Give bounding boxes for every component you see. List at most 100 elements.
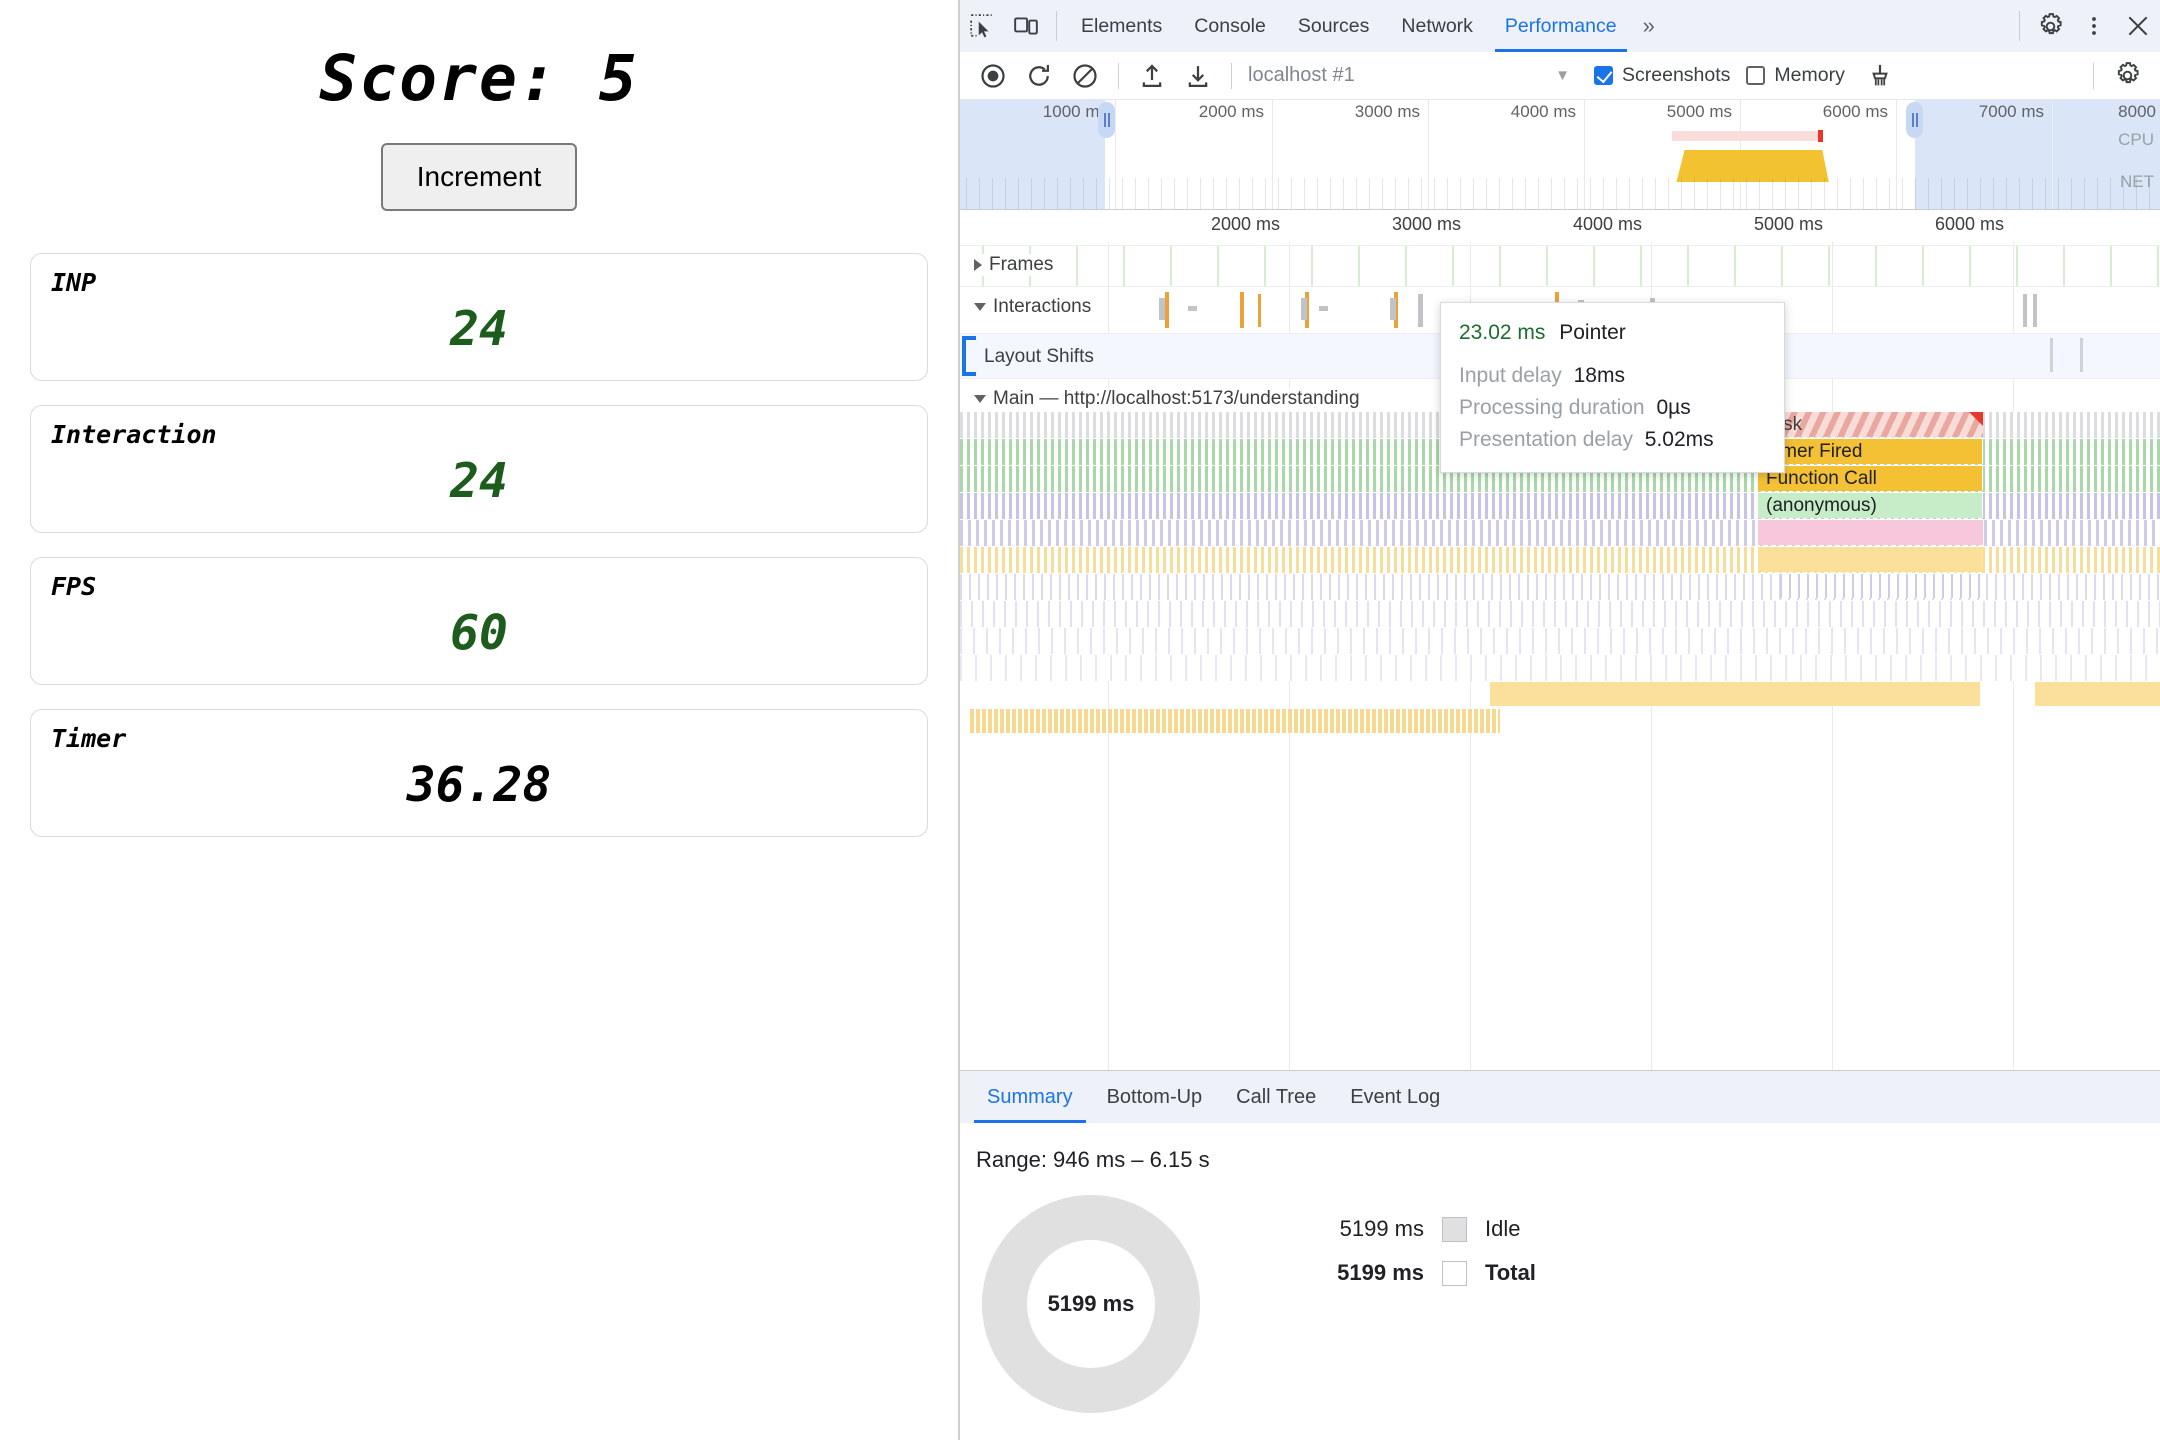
track-selection-bracket: [962, 336, 976, 376]
overview-cpu-usage: [1676, 150, 1829, 182]
flame-event-anonymous[interactable]: (anonymous): [1758, 493, 1983, 518]
tab-sources[interactable]: Sources: [1282, 0, 1386, 52]
metric-card-inp: INP 24: [30, 253, 928, 381]
interaction-marker[interactable]: [1390, 298, 1396, 320]
metric-value: 24: [450, 453, 508, 509]
track-title-frames[interactable]: Frames: [974, 254, 1064, 276]
gear-icon[interactable]: [2028, 0, 2072, 52]
layout-shift-marker[interactable]: [2050, 338, 2053, 372]
tab-console[interactable]: Console: [1178, 0, 1282, 52]
track-title-layout-shifts[interactable]: Layout Shifts: [984, 346, 1104, 368]
flame-event-yellow-span[interactable]: [1758, 547, 1983, 572]
overview-selection-handle-right[interactable]: [1906, 102, 1923, 138]
track-label: Frames: [989, 254, 1054, 275]
chevron-double-right-icon[interactable]: »: [1633, 0, 1665, 52]
clear-recording-icon[interactable]: [1062, 53, 1108, 99]
track-title-main[interactable]: Main — http://localhost:5173/understandi…: [974, 388, 1368, 410]
flame-event-task[interactable]: Task: [1755, 412, 1983, 437]
tabstrip-actions: [2011, 0, 2160, 52]
interaction-marker[interactable]: [2023, 294, 2027, 327]
interaction-marker[interactable]: [2033, 294, 2037, 327]
interaction-marker[interactable]: [1319, 306, 1328, 311]
download-profile-icon[interactable]: [1175, 53, 1221, 99]
legend-row-idle[interactable]: 5199 ms Idle: [1312, 1207, 1536, 1251]
upload-profile-icon[interactable]: [1129, 53, 1175, 99]
tooltip-row-presentation-delay: Presentation delay 5.02ms: [1459, 424, 1762, 456]
main-row-6[interactable]: [960, 574, 2160, 600]
reload-and-record-icon[interactable]: [1016, 53, 1062, 99]
interaction-marker[interactable]: [1418, 294, 1423, 327]
screenshots-label: Screenshots: [1622, 64, 1731, 86]
tab-bottom-up[interactable]: Bottom-Up: [1090, 1071, 1220, 1123]
increment-button[interactable]: Increment: [380, 143, 578, 211]
tab-performance[interactable]: Performance: [1489, 0, 1633, 52]
flame-event-pink-span[interactable]: [1758, 520, 1983, 545]
tab-summary[interactable]: Summary: [970, 1071, 1090, 1123]
three-dots-vertical-icon[interactable]: [2072, 0, 2116, 52]
main-long-task-bar[interactable]: [1490, 682, 1755, 706]
metric-label: FPS: [51, 572, 97, 601]
main-long-task-bar[interactable]: [1755, 682, 1980, 706]
track-title-interactions[interactable]: Interactions: [974, 296, 1102, 318]
interaction-marker[interactable]: [1159, 298, 1165, 320]
tab-elements[interactable]: Elements: [1065, 0, 1178, 52]
recording-selector[interactable]: localhost #1 ▼: [1248, 64, 1578, 87]
tooltip-row-value: 18ms: [1573, 363, 1625, 387]
tooltip-row-label: Presentation delay: [1459, 427, 1633, 451]
interaction-marker[interactable]: [1188, 306, 1197, 311]
legend-row-total[interactable]: 5199 ms Total: [1312, 1251, 1536, 1295]
tab-event-log[interactable]: Event Log: [1333, 1071, 1457, 1123]
toolbar-divider: [1118, 62, 1119, 89]
timeline-overview[interactable]: 1000 ms 2000 ms 3000 ms 4000 ms 5000 ms …: [960, 100, 2160, 210]
screenshots-checkbox[interactable]: Screenshots: [1594, 64, 1730, 87]
flame-tick: 3000 ms: [1391, 214, 1461, 234]
interaction-marker[interactable]: [1301, 298, 1307, 320]
overview-interaction-bar: [1672, 131, 1822, 141]
metric-label: Timer: [51, 724, 127, 753]
main-row-7[interactable]: [960, 601, 2160, 627]
memory-checkbox[interactable]: Memory: [1746, 64, 1845, 87]
tab-network[interactable]: Network: [1385, 0, 1489, 52]
overview-selection-handle-left[interactable]: [1098, 102, 1115, 138]
layout-shift-marker[interactable]: [2080, 338, 2083, 372]
donut-center-label: 5199 ms: [1027, 1240, 1155, 1368]
page-under-test: Score: 5 Increment INP 24 Interaction 24…: [0, 0, 960, 1440]
legend-label: Total: [1485, 1260, 1536, 1285]
flame-event-ticks[interactable]: [1780, 574, 1980, 598]
flame-event-timer-fired[interactable]: Timer Fired: [1758, 439, 1983, 464]
metric-label: INP: [51, 268, 97, 297]
legend-swatch: [1442, 1216, 1467, 1242]
overview-tick: 4000 ms: [1510, 102, 1576, 121]
inspect-element-icon[interactable]: [960, 0, 1004, 52]
overview-network-strip: [960, 178, 2160, 209]
record-icon[interactable]: [970, 53, 1016, 99]
overview-cpu-label: CPU: [2118, 130, 2154, 149]
overview-longtask-marker: [1818, 130, 1823, 142]
interaction-marker[interactable]: [1240, 292, 1244, 328]
chevron-down-icon: ▼: [1555, 67, 1570, 84]
main-long-task-bar[interactable]: [2035, 682, 2160, 706]
track-label: Interactions: [993, 296, 1092, 317]
overview-ruler: 1000 ms 2000 ms 3000 ms 4000 ms 5000 ms …: [960, 100, 2160, 128]
track-frames[interactable]: [960, 246, 2160, 286]
tab-call-tree[interactable]: Call Tree: [1219, 1071, 1333, 1123]
collect-garbage-icon[interactable]: [1857, 53, 1903, 99]
flame-tick: 4000 ms: [1572, 214, 1642, 234]
capture-settings-gear-icon[interactable]: [2104, 53, 2150, 99]
tooltip-row-value: 0µs: [1656, 395, 1691, 419]
interaction-marker[interactable]: [1165, 292, 1169, 328]
flame-event-function-call[interactable]: Function Call: [1758, 466, 1983, 491]
overview-tick: 3000 ms: [1354, 102, 1420, 121]
metric-value: 36.28: [406, 757, 552, 813]
interaction-marker[interactable]: [1258, 294, 1261, 327]
range-text: Range: 946 ms – 6.15 s: [976, 1147, 1210, 1172]
checkbox-box: [1746, 66, 1766, 85]
main-row-9[interactable]: [960, 655, 2160, 681]
close-icon[interactable]: [2116, 0, 2160, 52]
flame-tick: 5000 ms: [1753, 214, 1823, 234]
flame-chart[interactable]: 2000 ms 3000 ms 4000 ms 5000 ms 6000 ms …: [960, 210, 2160, 1070]
overview-tick: 8000: [2118, 102, 2156, 121]
main-row-8[interactable]: [960, 628, 2160, 654]
main-long-task-bar[interactable]: [970, 709, 1500, 733]
device-toolbar-icon[interactable]: [1004, 0, 1048, 52]
